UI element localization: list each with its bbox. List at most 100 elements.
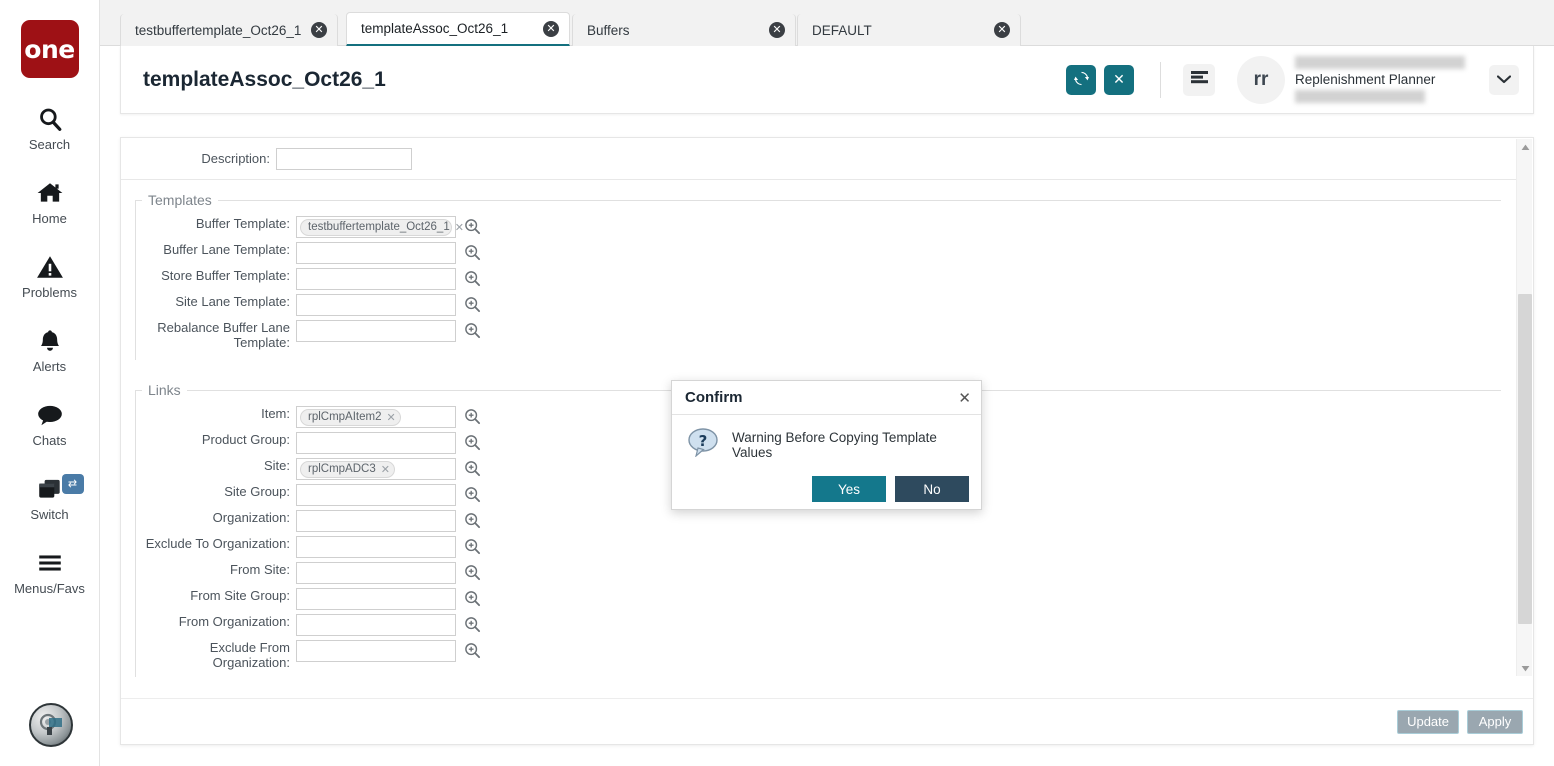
sidebar-label-alerts: Alerts <box>32 359 67 374</box>
field-control[interactable] <box>296 294 456 316</box>
tab-default[interactable]: DEFAULT ✕ <box>797 14 1021 46</box>
sidebar-label-chats: Chats <box>32 433 67 448</box>
dialog-yes-button[interactable]: Yes <box>812 476 886 502</box>
lookup-icon[interactable] <box>462 640 482 660</box>
lookup-icon[interactable] <box>462 294 482 314</box>
value-chip[interactable]: rplCmpADC3 ✕ <box>300 460 395 478</box>
field-control[interactable] <box>296 242 456 264</box>
lookup-icon[interactable] <box>462 432 482 452</box>
field-from-organization: From Organization: <box>136 614 1501 638</box>
field-control[interactable] <box>296 510 456 532</box>
tab-templateassoc[interactable]: templateAssoc_Oct26_1 ✕ <box>346 12 570 46</box>
field-control[interactable] <box>296 614 456 636</box>
tab-close-icon[interactable]: ✕ <box>543 20 559 37</box>
lookup-icon[interactable] <box>462 536 482 556</box>
field-buffer-lane-template: Buffer Lane Template: <box>136 242 1501 266</box>
field-buffer-template: Buffer Template: testbuffertemplate_Oct2… <box>136 216 1501 240</box>
left-sidebar: one Search Home Problems Alerts Chats ⇄ … <box>0 0 100 766</box>
close-form-button[interactable]: ✕ <box>1104 64 1134 95</box>
globe-network-icon[interactable] <box>29 703 73 747</box>
vertical-scroll-thumb[interactable] <box>1518 294 1532 624</box>
field-control[interactable] <box>296 484 456 506</box>
field-control[interactable] <box>296 432 456 454</box>
field-control[interactable] <box>296 320 456 342</box>
field-label: Site Lane Template: <box>175 294 290 309</box>
sidebar-item-alerts[interactable]: Alerts <box>0 324 100 374</box>
home-icon <box>36 176 64 210</box>
lookup-icon[interactable] <box>462 458 482 478</box>
chip-remove-icon[interactable]: ✕ <box>387 411 396 424</box>
switch-badge-icon[interactable]: ⇄ <box>61 474 84 494</box>
one-logo[interactable]: one <box>20 20 79 78</box>
scroll-up-button[interactable] <box>1517 139 1533 155</box>
lookup-icon[interactable] <box>462 510 482 530</box>
field-label: Buffer Template: <box>195 216 290 231</box>
lookup-icon[interactable] <box>462 216 482 236</box>
dialog-no-button[interactable]: No <box>895 476 969 502</box>
warning-triangle-icon <box>36 250 64 284</box>
sidebar-item-problems[interactable]: Problems <box>0 250 100 300</box>
application-window: one Search Home Problems Alerts Chats ⇄ … <box>0 0 1554 766</box>
field-label: From Organization: <box>178 614 290 629</box>
tab-label: testbuffertemplate_Oct26_1 <box>135 22 302 38</box>
chat-bubble-icon <box>36 398 64 432</box>
update-button[interactable]: Update <box>1397 709 1459 734</box>
field-exclude-from-organization: Exclude From Organization: <box>136 640 1501 670</box>
sidebar-item-search[interactable]: Search <box>0 102 100 152</box>
lookup-icon[interactable] <box>462 614 482 634</box>
value-chip[interactable]: rplCmpAItem2 ✕ <box>300 408 401 426</box>
scroll-down-button[interactable] <box>1517 660 1533 676</box>
bell-icon <box>37 324 63 358</box>
lookup-icon[interactable] <box>462 242 482 262</box>
tab-close-icon[interactable]: ✕ <box>769 22 785 38</box>
lookup-icon[interactable] <box>462 268 482 288</box>
avatar[interactable]: rr <box>1237 55 1285 104</box>
field-from-site: From Site: <box>136 562 1501 586</box>
field-control[interactable] <box>296 640 456 662</box>
field-from-site-group: From Site Group: <box>136 588 1501 612</box>
field-label: Store Buffer Template: <box>161 268 290 283</box>
field-control[interactable] <box>296 268 456 290</box>
value-chip[interactable]: testbuffertemplate_Oct26_1 ✕ <box>300 218 464 236</box>
dialog-body: ? Warning Before Copying Template Values <box>672 415 981 462</box>
dialog-close-icon[interactable]: ✕ <box>958 389 971 407</box>
sidebar-label-switch: Switch <box>30 507 69 522</box>
tab-buffers[interactable]: Buffers ✕ <box>572 14 796 46</box>
sidebar-item-switch[interactable]: ⇄ Switch <box>0 472 100 522</box>
confirm-dialog: Confirm ✕ ? Warning Before Copying Templ… <box>671 380 982 510</box>
header-menu-button[interactable] <box>1183 63 1215 96</box>
field-control[interactable]: testbuffertemplate_Oct26_1 ✕ <box>296 216 464 238</box>
sidebar-item-menus-favs[interactable]: Menus/Favs <box>0 546 100 596</box>
field-control[interactable]: rplCmpADC3 ✕ <box>296 458 456 480</box>
tab-close-icon[interactable]: ✕ <box>994 22 1010 38</box>
field-control[interactable] <box>296 562 456 584</box>
sidebar-item-home[interactable]: Home <box>0 176 100 226</box>
user-info-block: Replenishment Planner <box>1295 56 1465 103</box>
lookup-icon[interactable] <box>462 320 482 340</box>
field-organization: Organization: <box>136 510 1501 534</box>
links-legend: Links <box>148 382 181 398</box>
user-menu-button[interactable] <box>1489 64 1519 95</box>
lookup-icon[interactable] <box>462 484 482 504</box>
field-control[interactable] <box>296 536 456 558</box>
description-input[interactable] <box>276 147 412 170</box>
field-control[interactable]: rplCmpAItem2 ✕ <box>296 406 456 428</box>
lookup-icon[interactable] <box>462 406 482 426</box>
vertical-scrollbar[interactable] <box>1516 139 1532 676</box>
header-actions: ✕ rr Replenishment Planner <box>1058 46 1533 113</box>
refresh-button[interactable] <box>1066 64 1096 95</box>
templates-legend: Templates <box>148 192 212 208</box>
tab-close-icon[interactable]: ✕ <box>311 22 327 38</box>
lookup-icon[interactable] <box>462 562 482 582</box>
apply-button[interactable]: Apply <box>1467 709 1523 734</box>
templates-section: Templates Buffer Template: testbuffertem… <box>135 192 1501 360</box>
sidebar-item-chats[interactable]: Chats <box>0 398 100 448</box>
chip-remove-icon[interactable]: ✕ <box>381 463 390 476</box>
dialog-actions: Yes No <box>672 462 981 502</box>
field-control[interactable] <box>296 588 456 610</box>
field-exclude-to-organization: Exclude To Organization: <box>136 536 1501 560</box>
lookup-icon[interactable] <box>462 588 482 608</box>
hamburger-menu-icon <box>1190 70 1208 89</box>
tab-testbuffertemplate[interactable]: testbuffertemplate_Oct26_1 ✕ <box>120 14 338 46</box>
field-label: Exclude From Organization: <box>209 640 290 670</box>
